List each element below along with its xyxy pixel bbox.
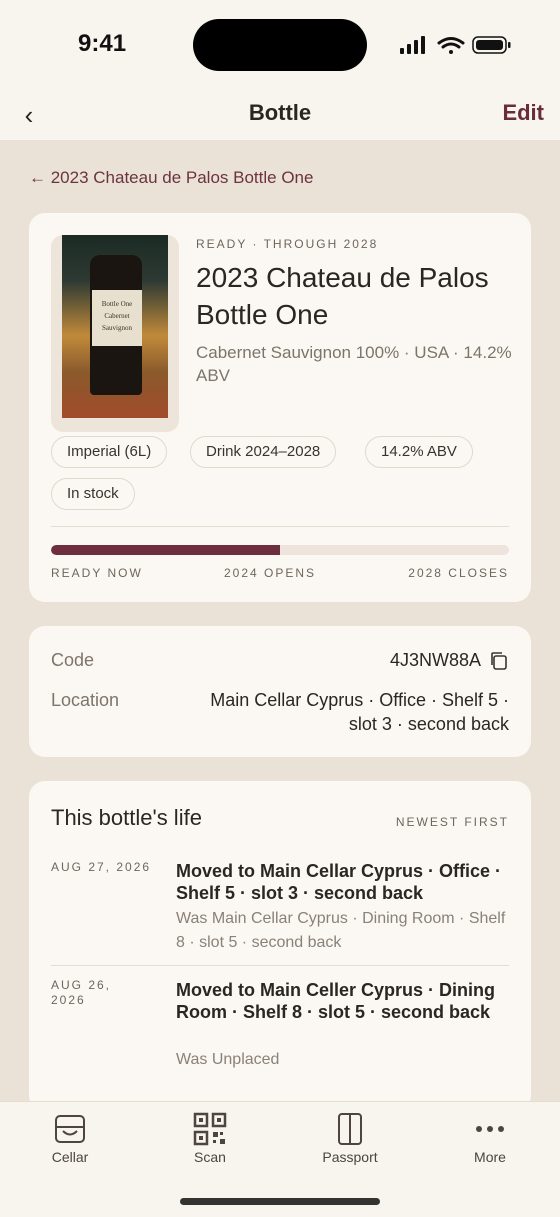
event-description: Moved to Main Celler Cyprus · Dining Roo… (176, 980, 496, 1022)
breadcrumb-link[interactable]: ← 2023 Chateau de Palos Bottle One (29, 168, 313, 188)
wifi-icon (437, 37, 465, 54)
passport-icon (338, 1113, 362, 1145)
copy-icon[interactable] (489, 651, 509, 671)
bottle-info-card: Code 4J3NW88A Location Main Cellar Cypru… (29, 626, 531, 757)
wine-name: 2023 Chateau de Palos Bottle One (196, 262, 489, 330)
bottle-photo[interactable]: Bottle One Cabernet Sauvignon (51, 235, 179, 432)
top-bar: 9:41 ‹ Bottle Edit (0, 0, 560, 140)
signal-icon (400, 36, 425, 54)
event-previous-location: Was Main Cellar Cyprus · Dining Room · S… (176, 910, 506, 951)
tab-passport[interactable]: Passport (280, 1102, 420, 1172)
dynamic-island (193, 19, 367, 71)
drinking-window-bar (51, 545, 509, 555)
readiness-status: READY · THROUGH 2028 (196, 237, 379, 251)
battery-icon (472, 36, 511, 54)
location-value: Main Cellar Cyprus · Office · Shelf 5 · … (210, 690, 509, 734)
wine-summary-card: Bottle One Cabernet Sauvignon READY · TH… (29, 213, 531, 602)
tab-cellar[interactable]: Cellar (0, 1102, 140, 1172)
code-value: 4J3NW88A (389, 650, 480, 670)
status-icons (400, 36, 511, 54)
tab-scan[interactable]: Scan (140, 1102, 280, 1172)
event-description: Moved to Main Cellar Cyprus · Office · S… (176, 861, 502, 903)
closes-label: 2028 CLOSES (408, 566, 509, 580)
drinking-window-fill (51, 545, 280, 555)
life-title: This bottle's life (51, 805, 202, 830)
event-previous-location: Was Unplaced (176, 1051, 280, 1068)
more-icon (476, 1126, 504, 1132)
cellar-icon (55, 1115, 85, 1143)
wine-details: Cabernet Sauvignon 100% · USA · 14.2% AB… (196, 343, 512, 385)
qr-code-icon (193, 1112, 227, 1146)
opens-label: 2024 OPENS (224, 566, 317, 580)
event-date: AUG 26, 2026 (51, 978, 112, 1007)
event-date: AUG 27, 2026 (51, 860, 152, 874)
home-indicator (180, 1198, 380, 1205)
page-title: Bottle (248, 100, 312, 125)
chip-stock: In stock (51, 478, 135, 510)
event-divider (51, 965, 509, 966)
tab-more[interactable]: More (420, 1102, 560, 1172)
code-value-row: 4J3NW88A (390, 648, 509, 672)
chip-abv: 14.2% ABV (365, 436, 473, 468)
edit-button[interactable]: Edit (502, 100, 544, 126)
sort-toggle[interactable]: NEWEST FIRST (396, 815, 509, 829)
divider (51, 526, 509, 527)
ready-now-label: READY NOW (51, 566, 143, 580)
bottle-life-card: This bottle's life NEWEST FIRST AUG 27, … (29, 781, 531, 1111)
chip-drink-window: Drink 2024–2028 (190, 436, 337, 468)
location-label: Location (51, 690, 120, 710)
code-label: Code (51, 650, 95, 670)
chip-format: Imperial (6L) (51, 436, 168, 468)
status-time: 9:41 (78, 30, 127, 57)
